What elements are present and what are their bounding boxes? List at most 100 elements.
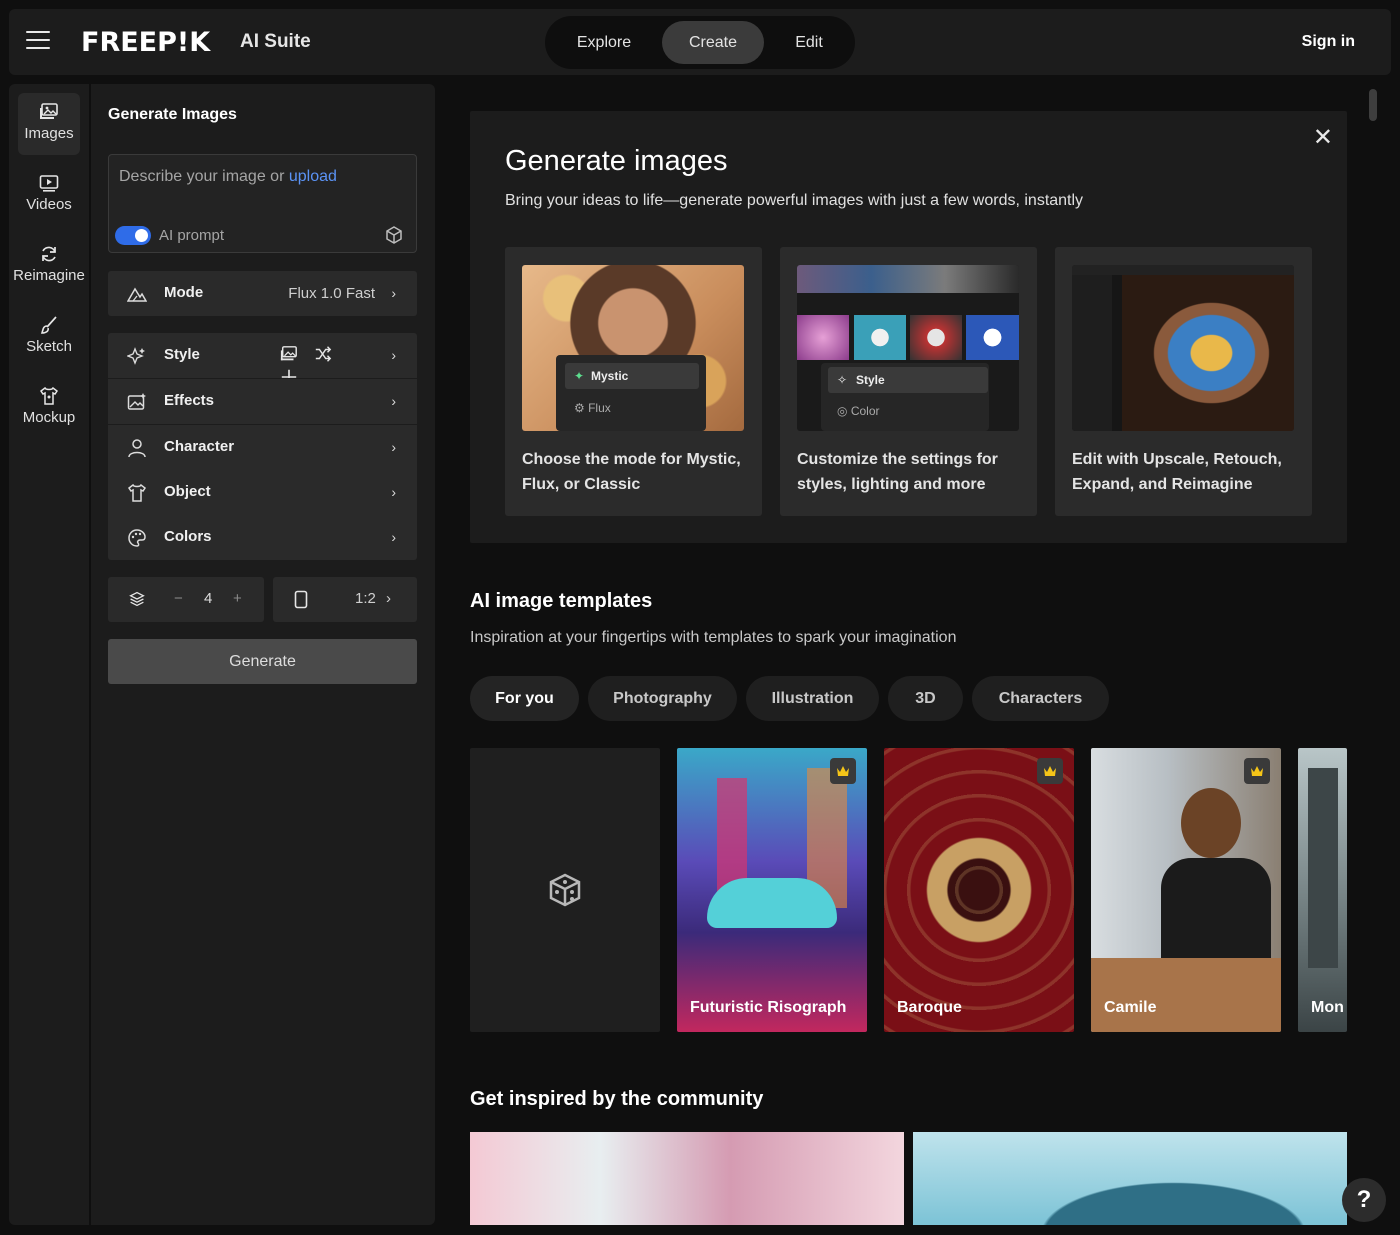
chip-photography[interactable]: Photography bbox=[588, 676, 737, 721]
ai-prompt-label: AI prompt bbox=[159, 227, 225, 244]
community-image[interactable] bbox=[470, 1132, 904, 1225]
character-row[interactable]: Character › bbox=[108, 425, 417, 470]
random-template-card[interactable] bbox=[470, 748, 660, 1032]
hero-subtitle: Bring your ideas to life—generate powerf… bbox=[505, 192, 1084, 209]
increment-button[interactable]: + bbox=[233, 590, 242, 607]
ai-suite-label: AI Suite bbox=[240, 31, 311, 52]
face-paint-image bbox=[1072, 265, 1294, 431]
template-card[interactable]: Futuristic Risograph bbox=[677, 748, 867, 1032]
cube-icon[interactable] bbox=[384, 225, 404, 245]
chevron-right-icon: › bbox=[391, 439, 396, 455]
nav-edit[interactable]: Edit bbox=[775, 21, 843, 64]
premium-crown-badge bbox=[830, 758, 856, 784]
chip-illustration[interactable]: Illustration bbox=[746, 676, 879, 721]
aspect-ratio-value: 1:2 bbox=[355, 590, 376, 607]
template-card[interactable]: Camile bbox=[1091, 748, 1281, 1032]
style-label: Style bbox=[164, 346, 200, 363]
colors-label: Colors bbox=[164, 528, 212, 545]
chip-characters[interactable]: Characters bbox=[972, 676, 1109, 721]
decrement-button[interactable]: − bbox=[174, 590, 183, 607]
rail-label: Mockup bbox=[22, 409, 76, 426]
image-count-value: 4 bbox=[204, 590, 213, 607]
ai-prompt-toggle[interactable] bbox=[115, 226, 151, 245]
mode-value: Flux 1.0 Fast bbox=[288, 285, 375, 302]
feature-card-settings[interactable]: ✧ Style ◎ Color Customize the settings fo… bbox=[780, 247, 1037, 516]
sparkles-icon bbox=[127, 347, 145, 365]
rail-label: Videos bbox=[26, 196, 72, 213]
chip-3d[interactable]: 3D bbox=[888, 676, 963, 721]
dice-icon bbox=[549, 873, 581, 907]
mountain-icon bbox=[127, 287, 147, 302]
menu-icon[interactable] bbox=[26, 31, 50, 51]
help-button[interactable]: ? bbox=[1342, 1178, 1386, 1222]
freepik-logo[interactable]: FREEP!K bbox=[81, 27, 210, 58]
brush-icon bbox=[40, 316, 57, 334]
chevron-right-icon: › bbox=[386, 590, 391, 607]
rail-label: Images bbox=[24, 125, 74, 142]
gallery-icon[interactable] bbox=[280, 345, 298, 363]
templates-subtitle: Inspiration at your fingertips with temp… bbox=[470, 629, 957, 646]
tshirt-icon bbox=[127, 483, 147, 502]
chevron-right-icon: › bbox=[391, 285, 396, 301]
upload-link[interactable]: upload bbox=[289, 168, 337, 185]
phone-portrait-icon bbox=[294, 590, 308, 609]
top-bar: FREEP!K AI Suite Explore Create Edit Sig… bbox=[9, 9, 1391, 75]
generate-button[interactable]: Generate bbox=[108, 639, 417, 684]
rail-label: Reimagine bbox=[13, 267, 85, 284]
nav-explore[interactable]: Explore bbox=[559, 21, 649, 64]
feature-card-text: Customize the settings for styles, light… bbox=[797, 451, 998, 493]
character-label: Character bbox=[164, 438, 235, 455]
feature-card-modes[interactable]: ✦ Mystic ⚙ Flux Choose the mode for Mysti… bbox=[505, 247, 762, 516]
sign-in-button[interactable]: Sign in bbox=[1302, 33, 1355, 51]
rail-item-videos[interactable]: Videos bbox=[18, 164, 80, 226]
template-card[interactable]: Baroque bbox=[884, 748, 1074, 1032]
mode-label: Mode bbox=[164, 284, 204, 301]
crown-icon bbox=[1251, 766, 1263, 776]
card-chip-color: Color bbox=[850, 404, 880, 418]
reimagine-icon bbox=[42, 246, 56, 262]
settings-panel: Generate Images Describe your image or u… bbox=[91, 84, 435, 1225]
card-chip-mystic: Mystic bbox=[591, 369, 629, 383]
hero-title: Generate images bbox=[505, 145, 728, 177]
chevron-right-icon: › bbox=[391, 347, 396, 363]
aspect-ratio-select[interactable]: 1:2 › bbox=[273, 577, 417, 622]
image-count-stepper: − 4 + bbox=[108, 577, 264, 622]
mode-row[interactable]: Mode Flux 1.0 Fast › bbox=[108, 271, 417, 316]
chip-for-you[interactable]: For you bbox=[470, 676, 579, 721]
close-icon[interactable]: ✕ bbox=[1313, 123, 1333, 152]
colors-row[interactable]: Colors › bbox=[108, 515, 417, 560]
object-row[interactable]: Object › bbox=[108, 470, 417, 515]
card-chip-style: Style bbox=[856, 373, 885, 387]
chevron-right-icon: › bbox=[391, 393, 396, 409]
template-label: Mon bbox=[1311, 999, 1344, 1016]
nav-create[interactable]: Create bbox=[662, 21, 764, 64]
premium-crown-badge bbox=[1244, 758, 1270, 784]
palette-icon bbox=[128, 529, 146, 547]
crown-icon bbox=[1044, 766, 1056, 776]
chevron-right-icon: › bbox=[391, 529, 396, 545]
prompt-input[interactable]: Describe your image or upload AI prompt bbox=[108, 154, 417, 253]
video-icon bbox=[39, 175, 59, 192]
style-actions bbox=[280, 345, 370, 385]
chevron-right-icon: › bbox=[391, 484, 396, 500]
style-row[interactable]: Style › bbox=[108, 333, 417, 385]
shuffle-icon[interactable] bbox=[314, 345, 332, 363]
premium-crown-badge bbox=[1037, 758, 1063, 784]
template-card[interactable]: Mon bbox=[1298, 748, 1347, 1032]
community-image[interactable] bbox=[913, 1132, 1347, 1225]
template-label: Baroque bbox=[897, 999, 962, 1016]
user-icon bbox=[128, 439, 146, 458]
rail-item-images[interactable]: Images bbox=[18, 93, 80, 155]
layers-icon bbox=[129, 591, 145, 607]
feature-card-text: Choose the mode for Mystic, Flux, or Cla… bbox=[522, 451, 741, 493]
rail-item-mockup[interactable]: Mockup bbox=[18, 377, 80, 439]
templates-title: AI image templates bbox=[470, 590, 653, 612]
scrollbar[interactable] bbox=[1369, 89, 1377, 121]
hero-card: ✕ Generate images Bring your ideas to li… bbox=[470, 111, 1347, 543]
rail-item-sketch[interactable]: Sketch bbox=[18, 306, 80, 368]
panel-title: Generate Images bbox=[108, 106, 237, 123]
effects-row[interactable]: Effects › bbox=[108, 379, 417, 424]
feature-card-edit[interactable]: Edit with Upscale, Retouch, Expand, and … bbox=[1055, 247, 1312, 516]
rail-item-reimagine[interactable]: Reimagine bbox=[13, 235, 85, 297]
crown-icon bbox=[837, 766, 849, 776]
